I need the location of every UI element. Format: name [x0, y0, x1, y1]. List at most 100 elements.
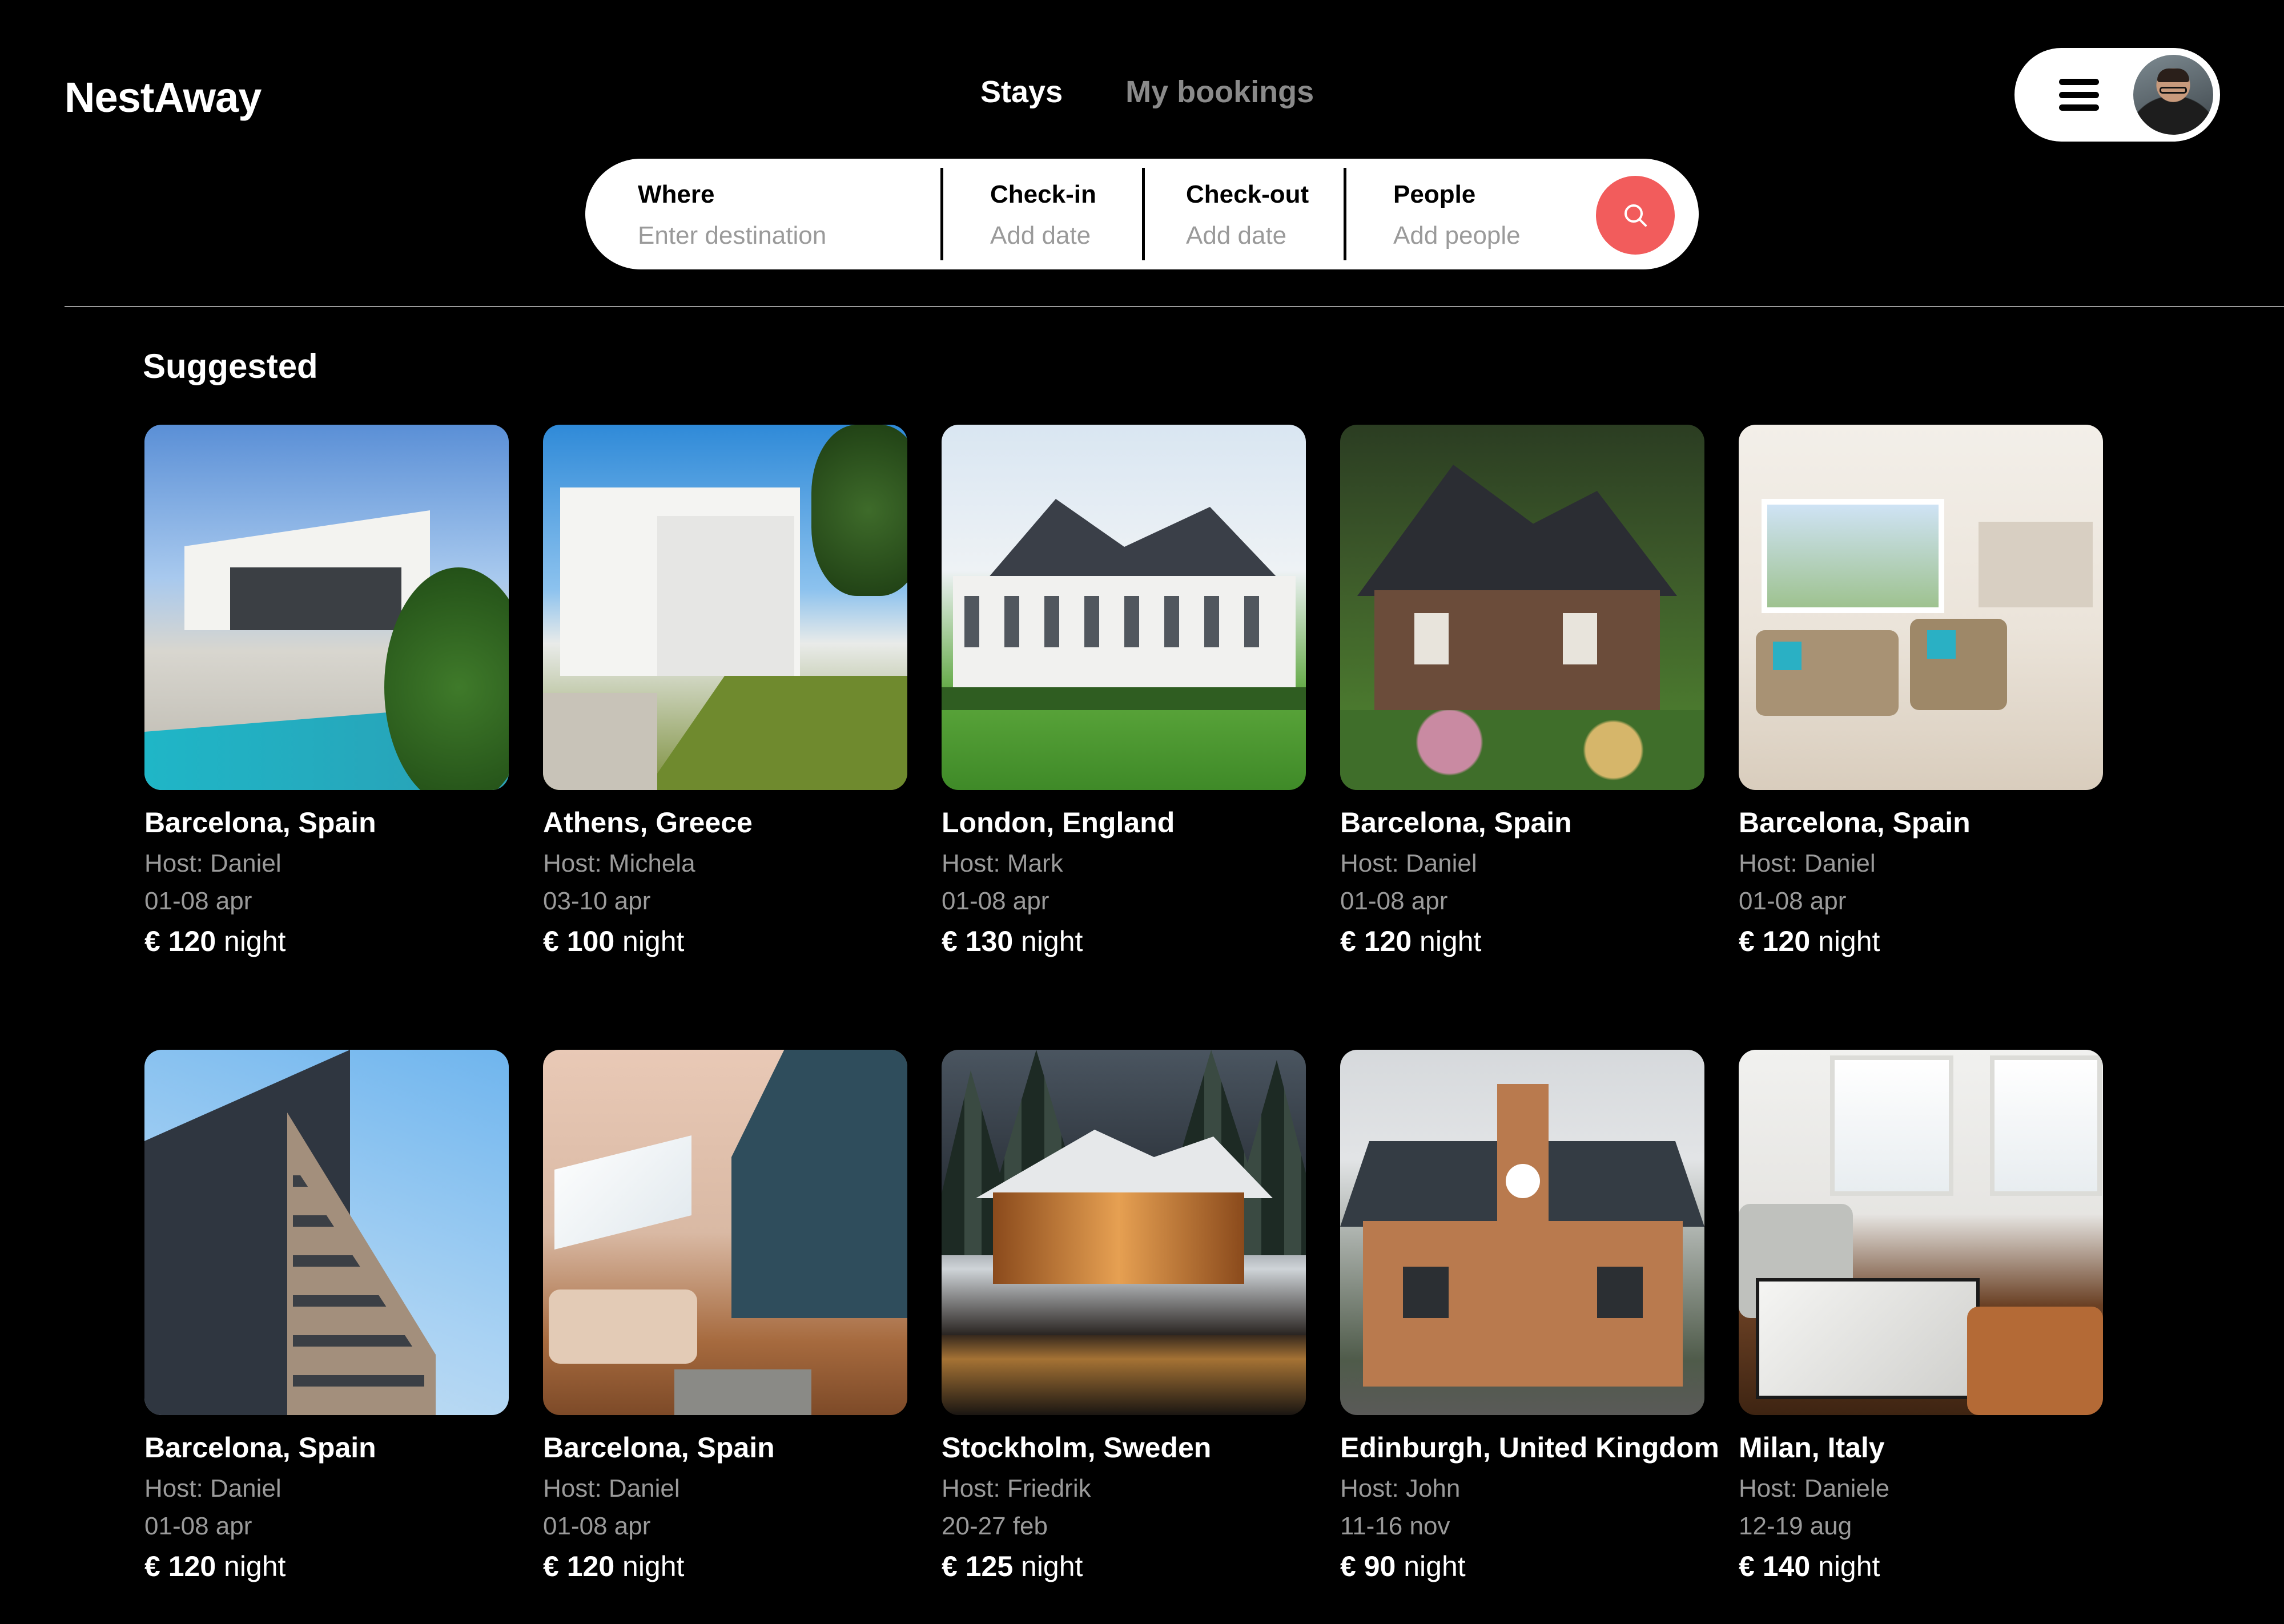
listing-location: Athens, Greece	[543, 807, 753, 839]
tab-my-bookings[interactable]: My bookings	[1125, 74, 1314, 110]
listing-price-amount: € 100	[543, 925, 615, 957]
listing-info: Milan, Italy Host: Daniele 12-19 aug € 1…	[1739, 1431, 2138, 1583]
search-divider	[940, 168, 943, 260]
listing-info: Athens, Greece Host: Michela 03-10 apr €…	[543, 806, 943, 958]
listing-price-unit: night	[216, 1550, 286, 1582]
listing-price-amount: € 120	[144, 1550, 216, 1582]
listing-photo	[942, 1050, 1306, 1415]
listing-card[interactable]: Barcelona, Spain Host: Daniel 01-08 apr …	[1340, 425, 1704, 957]
listing-price-amount: € 120	[543, 1550, 615, 1582]
listing-price: € 140 night	[1739, 1550, 2138, 1583]
listing-price-amount: € 120	[144, 925, 216, 957]
search-bar: Where Enter destination Check-in Add dat…	[585, 159, 1699, 269]
listing-price-amount: € 120	[1739, 925, 1811, 957]
listing-price-amount: € 130	[942, 925, 1014, 957]
listing-card[interactable]: Athens, Greece Host: Michela 03-10 apr €…	[543, 425, 907, 957]
listing-photo	[942, 425, 1306, 790]
listing-price: € 120 night	[144, 1550, 544, 1583]
where-placeholder: Enter destination	[638, 221, 827, 249]
listing-photo	[1739, 1050, 2103, 1415]
listing-price-amount: € 90	[1340, 1550, 1396, 1582]
listing-price-unit: night	[1013, 1550, 1083, 1582]
listing-price: € 90 night	[1340, 1550, 1740, 1583]
listing-price: € 130 night	[942, 925, 1341, 958]
listing-price-amount: € 140	[1739, 1550, 1811, 1582]
avatar	[2133, 55, 2213, 135]
listing-info: Barcelona, Spain Host: Daniel 01-08 apr …	[1340, 806, 1740, 958]
listing-host: Host: Daniel	[144, 849, 282, 877]
listing-location: Barcelona, Spain	[543, 1432, 775, 1464]
listing-host: Host: Daniel	[1340, 849, 1477, 877]
listing-price-unit: night	[1810, 925, 1880, 957]
listing-location: Barcelona, Spain	[1340, 807, 1572, 839]
listing-price-amount: € 120	[1340, 925, 1412, 957]
listing-dates: 01-08 apr	[144, 1512, 252, 1540]
people-field[interactable]: People Add people	[1393, 159, 1582, 269]
listing-info: Barcelona, Spain Host: Daniel 01-08 apr …	[144, 1431, 544, 1583]
listing-price-unit: night	[1412, 925, 1482, 957]
header-divider	[65, 306, 2284, 307]
listing-location: Barcelona, Spain	[144, 1432, 376, 1464]
listing-price: € 125 night	[942, 1550, 1341, 1583]
listing-price: € 120 night	[543, 1550, 943, 1583]
listing-card[interactable]: Barcelona, Spain Host: Daniel 01-08 apr …	[543, 1050, 907, 1582]
listing-dates: 01-08 apr	[942, 887, 1049, 915]
listing-price-unit: night	[614, 1550, 685, 1582]
listing-card[interactable]: Stockholm, Sweden Host: Friedrik 20-27 f…	[942, 1050, 1306, 1582]
menu-icon	[2059, 79, 2099, 111]
listing-dates: 01-08 apr	[1739, 887, 1847, 915]
listing-photo	[543, 425, 907, 790]
listing-dates: 03-10 apr	[543, 887, 651, 915]
check-out-field[interactable]: Check-out Add date	[1186, 159, 1369, 269]
listing-dates: 01-08 apr	[144, 887, 252, 915]
main-nav: Stays My bookings	[980, 74, 1314, 110]
listing-host: Host: John	[1340, 1474, 1461, 1502]
listing-price: € 100 night	[543, 925, 943, 958]
section-title: Suggested	[143, 347, 318, 385]
listing-photo	[1340, 1050, 1704, 1415]
listing-host: Host: Daniel	[1739, 849, 1876, 877]
search-divider	[1142, 168, 1145, 260]
check-in-field[interactable]: Check-in Add date	[990, 159, 1173, 269]
check-in-placeholder: Add date	[990, 221, 1091, 249]
listing-info: Barcelona, Spain Host: Daniel 01-08 apr …	[1739, 806, 2138, 958]
listing-card[interactable]: Barcelona, Spain Host: Daniel 01-08 apr …	[144, 1050, 509, 1582]
listing-price-unit: night	[614, 925, 685, 957]
people-placeholder: Add people	[1393, 221, 1521, 249]
listing-host: Host: Michela	[543, 849, 695, 877]
listing-price: € 120 night	[1739, 925, 2138, 958]
search-button[interactable]	[1596, 176, 1675, 255]
listing-location: Barcelona, Spain	[144, 807, 376, 839]
listing-card[interactable]: Milan, Italy Host: Daniele 12-19 aug € 1…	[1739, 1050, 2103, 1582]
tab-stays[interactable]: Stays	[980, 74, 1063, 110]
listing-host: Host: Friedrik	[942, 1474, 1091, 1502]
listing-photo	[1340, 425, 1704, 790]
listing-card[interactable]: Barcelona, Spain Host: Daniel 01-08 apr …	[1739, 425, 2103, 957]
listing-photo	[144, 1050, 509, 1415]
listing-card[interactable]: Edinburgh, United Kingdom Host: John 11-…	[1340, 1050, 1719, 1582]
listing-card[interactable]: London, England Host: Mark 01-08 apr € 1…	[942, 425, 1306, 957]
listing-location: London, England	[942, 807, 1175, 839]
check-out-placeholder: Add date	[1186, 221, 1287, 249]
listing-dates: 01-08 apr	[1340, 887, 1448, 915]
listing-price-unit: night	[1810, 1550, 1880, 1582]
listing-card[interactable]: Barcelona, Spain Host: Daniel 01-08 apr …	[144, 425, 509, 957]
app-logo[interactable]: NestAway	[65, 73, 262, 122]
listing-info: Stockholm, Sweden Host: Friedrik 20-27 f…	[942, 1431, 1341, 1583]
listing-price: € 120 night	[144, 925, 544, 958]
listing-grid: Barcelona, Spain Host: Daniel 01-08 apr …	[144, 425, 2103, 1582]
where-field[interactable]: Where Enter destination	[638, 159, 946, 269]
check-out-label: Check-out	[1186, 180, 1309, 208]
listing-price-amount: € 125	[942, 1550, 1014, 1582]
listing-dates: 01-08 apr	[543, 1512, 651, 1540]
listing-info: Edinburgh, United Kingdom Host: John 11-…	[1340, 1431, 1740, 1583]
listing-price-unit: night	[216, 925, 286, 957]
listing-dates: 11-16 nov	[1340, 1512, 1450, 1540]
search-divider	[1344, 168, 1346, 260]
listing-price: € 120 night	[1340, 925, 1740, 958]
where-label: Where	[638, 180, 715, 208]
people-label: People	[1393, 180, 1476, 208]
listing-location: Barcelona, Spain	[1739, 807, 1971, 839]
user-menu-button[interactable]	[2014, 48, 2220, 142]
listing-location: Milan, Italy	[1739, 1432, 1885, 1464]
